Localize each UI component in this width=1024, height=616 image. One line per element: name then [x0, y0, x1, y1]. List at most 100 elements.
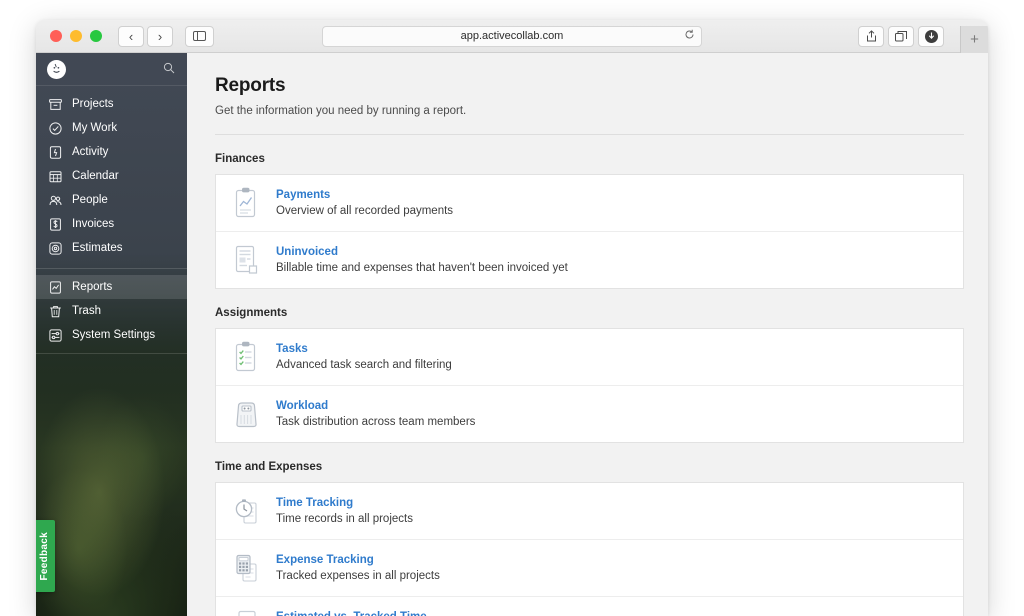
section-title: Time and Expenses [215, 461, 964, 473]
sidebar-item-activity[interactable]: Activity [36, 140, 187, 164]
feedback-tab[interactable]: Feedback [36, 520, 55, 592]
url-text: app.activecollab.com [461, 30, 564, 42]
sidebar-item-label: Trash [72, 305, 101, 317]
report-row-workload[interactable]: Workload Task distribution across team m… [216, 386, 963, 442]
sidebar-item-label: Estimates [72, 242, 123, 254]
sidebar-divider-bottom [36, 353, 187, 354]
section-finances: Finances Payments Overview of all record… [215, 153, 964, 289]
report-link[interactable]: Estimated vs. Tracked Time [276, 611, 558, 616]
sidebar-item-label: System Settings [72, 329, 155, 341]
address-bar[interactable]: app.activecollab.com [322, 26, 702, 47]
sidebar-item-label: Projects [72, 98, 114, 110]
clipboard-chart-icon [232, 186, 262, 220]
close-window-button[interactable] [50, 30, 62, 42]
calculator-icon [232, 551, 262, 585]
estimates-icon [48, 241, 62, 255]
tabs-overview-icon[interactable] [888, 26, 914, 47]
projects-icon [48, 97, 62, 111]
sidebar-item-label: Reports [72, 281, 112, 293]
header-divider [215, 134, 964, 135]
report-card: Payments Overview of all recorded paymen… [215, 174, 964, 289]
report-link[interactable]: Expense Tracking [276, 554, 440, 566]
report-row-estimated-vs-tracked-time[interactable]: Estimated vs. Tracked Time Comparison of… [216, 597, 963, 616]
document-icon [232, 243, 262, 277]
sidebar-item-calendar[interactable]: Calendar [36, 164, 187, 188]
search-icon[interactable] [163, 62, 175, 76]
section-assignments: Assignments Tasks Advanced task search a… [215, 307, 964, 443]
browser-titlebar: ‹ › app.activecollab.com [36, 20, 988, 53]
check-circle-icon [48, 121, 62, 135]
reports-page: Reports Get the information you need by … [187, 53, 988, 616]
section-title: Finances [215, 153, 964, 165]
browser-action-buttons [858, 26, 944, 47]
sidebar-item-projects[interactable]: Projects [36, 92, 187, 116]
sidebar-item-label: Calendar [72, 170, 119, 182]
maximize-window-button[interactable] [90, 30, 102, 42]
sidebar-item-label: My Work [72, 122, 117, 134]
report-link[interactable]: Workload [276, 400, 475, 412]
downloads-icon[interactable] [918, 26, 944, 47]
report-row-expense-tracking[interactable]: Expense Tracking Tracked expenses in all… [216, 540, 963, 597]
scale-icon [232, 397, 262, 431]
report-link[interactable]: Time Tracking [276, 497, 413, 509]
sidebar-item-label: Activity [72, 146, 108, 158]
stopwatch-icon [232, 494, 262, 528]
sidebar-item-people[interactable]: People [36, 188, 187, 212]
sidebar-item-label: People [72, 194, 108, 206]
calendar-icon [48, 169, 62, 183]
report-description: Billable time and expenses that haven't … [276, 262, 568, 274]
report-description: Tracked expenses in all projects [276, 570, 440, 582]
sidebar-item-system-settings[interactable]: System Settings [36, 323, 187, 347]
sidebar-item-my-work[interactable]: My Work [36, 116, 187, 140]
page-subtitle: Get the information you need by running … [215, 105, 964, 117]
page-title: Reports [215, 75, 964, 97]
browser-window: ‹ › app.activecollab.com [36, 20, 988, 616]
report-card: Tasks Advanced task search and filtering… [215, 328, 964, 443]
report-row-uninvoiced[interactable]: Uninvoiced Billable time and expenses th… [216, 232, 963, 288]
sidebar-item-reports[interactable]: Reports [36, 275, 187, 299]
sidebar-item-trash[interactable]: Trash [36, 299, 187, 323]
report-description: Overview of all recorded payments [276, 205, 453, 217]
sidebar-toggle-icon[interactable] [185, 26, 214, 47]
sidebar-item-invoices[interactable]: Invoices [36, 212, 187, 236]
app-sidebar: Projects My Work Activity Calendar [36, 53, 187, 616]
settings-icon [48, 328, 62, 342]
report-description: Time records in all projects [276, 513, 413, 525]
feedback-label: Feedback [39, 532, 50, 581]
reload-icon[interactable] [684, 29, 695, 43]
trash-icon [48, 304, 62, 318]
people-icon [48, 193, 62, 207]
report-link[interactable]: Tasks [276, 343, 452, 355]
invoice-icon [48, 217, 62, 231]
activity-icon [48, 145, 62, 159]
sidebar-item-estimates[interactable]: Estimates [36, 236, 187, 260]
address-bar-container: app.activecollab.com [322, 26, 702, 47]
browser-nav-group: ‹ › [118, 26, 173, 47]
report-row-payments[interactable]: Payments Overview of all recorded paymen… [216, 175, 963, 232]
reports-icon [48, 280, 62, 294]
back-button[interactable]: ‹ [118, 26, 144, 47]
report-description: Task distribution across team members [276, 416, 475, 428]
report-row-tasks[interactable]: Tasks Advanced task search and filtering [216, 329, 963, 386]
sidebar-item-label: Invoices [72, 218, 114, 230]
minimize-window-button[interactable] [70, 30, 82, 42]
page-viewport: Projects My Work Activity Calendar [36, 53, 988, 616]
report-card: Time Tracking Time records in all projec… [215, 482, 964, 616]
report-link[interactable]: Uninvoiced [276, 246, 568, 258]
section-time-and-expenses: Time and Expenses Time Tracking Time rec… [215, 461, 964, 616]
share-icon[interactable] [858, 26, 884, 47]
compare-page-icon [232, 608, 262, 616]
report-description: Advanced task search and filtering [276, 359, 452, 371]
new-tab-button[interactable]: + [960, 26, 988, 53]
clipboard-check-icon [232, 340, 262, 374]
section-title: Assignments [215, 307, 964, 319]
sidebar-secondary-nav: Reports Trash System Settings [36, 269, 187, 347]
downloads-badge [925, 30, 938, 43]
sidebar-header [36, 53, 187, 86]
window-controls [50, 30, 102, 42]
report-row-time-tracking[interactable]: Time Tracking Time records in all projec… [216, 483, 963, 540]
report-link[interactable]: Payments [276, 189, 453, 201]
forward-button[interactable]: › [147, 26, 173, 47]
sidebar-primary-nav: Projects My Work Activity Calendar [36, 86, 187, 260]
avatar[interactable] [47, 60, 66, 79]
